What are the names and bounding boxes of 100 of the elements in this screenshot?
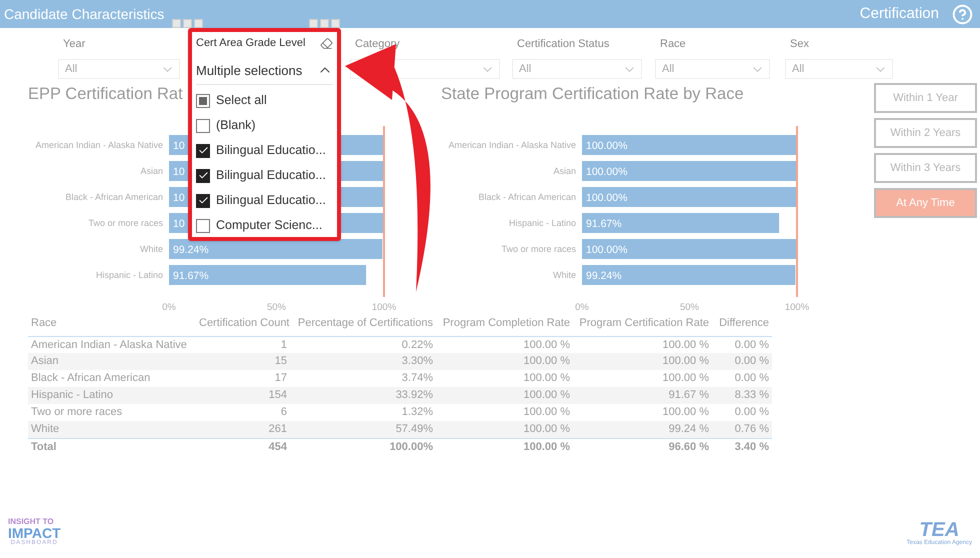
category-label: Two or more races <box>501 244 576 254</box>
column-header: Percentage of Certifications <box>290 312 436 336</box>
time-range-button[interactable]: Within 1 Year <box>874 83 977 113</box>
tick-label: 50% <box>267 302 286 313</box>
table-cell: 100.00 % <box>436 336 573 353</box>
category-label: American Indian - Alaska Native <box>35 140 163 150</box>
table-cell: 0.22% <box>290 336 436 353</box>
category-label: Two or more races <box>88 218 163 228</box>
filter-label: Race <box>659 37 687 52</box>
table-cell: 8.33 % <box>712 387 772 404</box>
table-cell: White <box>28 421 196 438</box>
table-cell: 0.00 % <box>712 404 772 421</box>
total-cell: 100.00 % <box>436 438 573 455</box>
dropdown-option[interactable]: Bilingual Educatio... <box>196 138 333 163</box>
value-label: 10 <box>173 140 185 152</box>
option-label: Bilingual Educatio... <box>216 142 326 160</box>
chart-title: EPP Certification Rat <box>28 84 183 104</box>
table-cell: Hispanic - Latino <box>28 387 196 404</box>
column-header: Difference <box>712 312 772 336</box>
table-cell: 1 <box>196 336 290 353</box>
time-range-button[interactable]: Within 2 Years <box>874 118 977 148</box>
dropdown-option[interactable]: Bilingual Educatio... <box>196 163 333 188</box>
table-cell: 261 <box>196 421 290 438</box>
table-cell: 0.00 % <box>712 370 772 387</box>
column-header: Program Completion Rate <box>436 312 573 336</box>
check-icon <box>198 195 208 206</box>
category-label: Asian <box>553 166 576 176</box>
table-cell: 100.00 % <box>436 404 573 421</box>
filter-dropdown[interactable]: All <box>655 59 770 79</box>
filter-label: Year <box>62 37 86 52</box>
checkbox[interactable] <box>196 218 210 232</box>
checkbox[interactable] <box>196 168 210 182</box>
option-label: (Blank) <box>216 117 256 134</box>
dropdown-option[interactable]: Computer Scienc... <box>196 213 333 238</box>
table-cell: 154 <box>196 387 290 404</box>
table-cell: 3.30% <box>290 353 436 370</box>
check-icon <box>198 145 208 156</box>
column-header: Certification Count <box>196 312 290 336</box>
dropdown-option[interactable]: Bilingual Educatio... <box>196 188 333 213</box>
value-label: 100.00% <box>586 192 628 204</box>
value-label: 10 <box>173 192 185 204</box>
tick-label: 100% <box>372 302 396 313</box>
table-cell: 0.00 % <box>712 336 772 353</box>
table-cell: American Indian - Alaska Native <box>28 336 196 353</box>
option-label: Bilingual Educatio... <box>216 167 326 184</box>
tick-label: 50% <box>680 302 699 313</box>
table-cell: 17 <box>196 370 290 387</box>
value-label: 100.00% <box>586 166 628 178</box>
checkbox[interactable] <box>196 194 210 208</box>
time-range-button[interactable]: Within 3 Years <box>874 153 977 183</box>
value-label: 100.00% <box>586 244 628 256</box>
tick-label: 0% <box>575 302 589 313</box>
table-cell: 3.74% <box>290 370 436 387</box>
eraser-icon[interactable] <box>320 36 333 50</box>
tick-label: 100% <box>784 302 810 313</box>
time-range-button[interactable]: At Any Time <box>874 188 977 218</box>
total-cell: 454 <box>196 438 290 455</box>
total-cell: 3.40 % <box>712 438 772 455</box>
page-title: Candidate Characteristics <box>4 4 164 24</box>
table-cell: 0.00 % <box>712 353 772 370</box>
table-cell: Two or more races <box>28 404 196 421</box>
filter-dropdown[interactable]: All <box>58 59 180 79</box>
category-label: Black - African American <box>478 192 576 202</box>
checkbox[interactable] <box>196 144 210 158</box>
value-label: 91.67% <box>173 270 209 282</box>
total-cell: 96.60 % <box>573 438 712 455</box>
table-cell: 6 <box>196 404 290 421</box>
category-label: White <box>140 244 163 254</box>
value-label: 99.24% <box>586 270 622 282</box>
table-cell: 100.00 % <box>436 370 573 387</box>
table-cell: 91.67 % <box>573 387 712 404</box>
option-label: Select all <box>216 92 267 110</box>
table-cell: 1.32% <box>290 404 436 421</box>
filter-label: Certification Status <box>516 37 610 52</box>
dropdown-header[interactable]: Multiple selections <box>196 60 333 85</box>
checkbox[interactable] <box>196 118 210 132</box>
category-label: Black - African American <box>65 192 163 202</box>
filter-dropdown[interactable]: All <box>785 59 893 79</box>
filter-dropdown[interactable]: All <box>512 59 642 79</box>
category-label: American Indian - Alaska Native <box>448 140 576 150</box>
chart-title: State Program Certification Rate by Race <box>441 84 744 104</box>
filter-label: Cert Area Grade Level <box>196 36 306 51</box>
table-cell: Asian <box>28 353 196 370</box>
table-cell: 99.24 % <box>573 421 712 438</box>
value-label: 10 <box>173 218 185 230</box>
dropdown-option[interactable]: Select all <box>196 88 333 113</box>
table-cell: 100.00 % <box>436 353 573 370</box>
filter-label: Sex <box>789 37 810 52</box>
table-cell: 100.00 % <box>436 421 573 438</box>
option-label: Computer Scienc... <box>216 217 322 234</box>
value-label: 10 <box>173 166 185 178</box>
total-cell: 100.00% <box>290 438 436 455</box>
category-label: Asian <box>140 166 163 176</box>
column-header: Race <box>28 312 196 336</box>
checkbox[interactable] <box>196 94 210 108</box>
category-label: Hispanic - Latino <box>508 218 576 228</box>
table-cell: 100.00 % <box>436 387 573 404</box>
section-title: Certification <box>860 4 939 24</box>
dropdown-option[interactable]: (Blank) <box>196 113 333 138</box>
table-cell: 100.00 % <box>573 404 712 421</box>
